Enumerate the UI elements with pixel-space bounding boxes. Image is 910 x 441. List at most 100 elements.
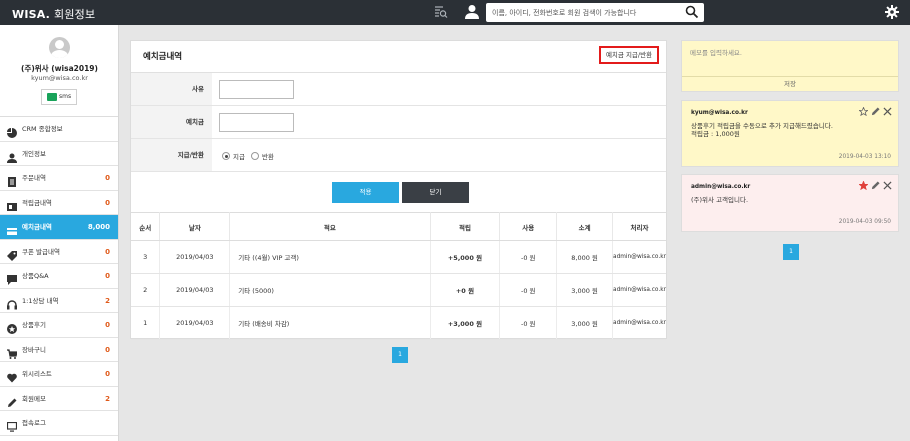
table-cell: admin@wisa.co.kr — [612, 240, 666, 274]
sidebar-item[interactable]: 개인정보 — [0, 142, 118, 166]
cart-icon — [7, 345, 18, 359]
column-header: 적요 — [229, 212, 431, 241]
table-cell: 1 — [131, 306, 161, 340]
sidebar-item-label: 쿠폰 발급내역 — [22, 247, 60, 256]
memo-author: kyum@wisa.co.kr — [691, 110, 748, 116]
deposit-charge-button[interactable]: 예치금 지급/반환 — [599, 46, 659, 64]
star-icon[interactable] — [858, 106, 869, 117]
sidebar-item[interactable]: 상품Q&A 0 — [0, 264, 118, 289]
sidebar-item[interactable]: 접속로그 — [0, 411, 118, 436]
sms-button[interactable]: sms — [41, 89, 77, 105]
sidebar-item[interactable]: 상품후기 0 — [0, 313, 118, 338]
memo-card: kyum@wisa.co.kr 상품후기 적립금을 수동으로 추가 지급해드렸습니… — [681, 100, 899, 167]
person-icon — [7, 149, 17, 163]
amount-label: 예치금 — [131, 106, 212, 138]
reason-label: 사유 — [131, 73, 212, 105]
table-header-row: 순서 날자 적요 적립 사용 소계 처리자 — [131, 212, 666, 241]
reward-icon — [7, 198, 17, 211]
avatar — [49, 37, 70, 58]
radio-give-label: 지급 — [233, 153, 245, 161]
pencil-icon — [7, 394, 17, 407]
coupon-icon — [7, 247, 17, 261]
radio-return-label: 반환 — [261, 153, 274, 161]
sidebar-item-label: 장바구니 — [22, 345, 46, 354]
memo-pagination-page-1[interactable]: 1 — [783, 244, 799, 260]
sidebar-item-label: CRM 종합정보 — [22, 125, 63, 133]
close-icon[interactable] — [883, 107, 892, 116]
sidebar-item[interactable]: 예치금내역 8,000 — [0, 215, 118, 240]
sidebar-item[interactable]: 적립금내역 0 — [0, 191, 118, 215]
pagination-page-1[interactable]: 1 — [392, 347, 408, 363]
sidebar-item-count: 0 — [105, 247, 110, 256]
table-row: 3 2019/04/03 기타 ((4월) VIP 고객) +5,000 원 -0 원8… — [131, 240, 666, 274]
memo-input[interactable] — [682, 41, 898, 76]
member-search-input[interactable] — [486, 3, 672, 22]
member-email: kyum@wisa.co.kr — [31, 74, 88, 82]
close-icon[interactable] — [883, 181, 892, 190]
sidebar-item[interactable]: 주문내역 0 — [0, 166, 118, 191]
table-cell: -0 원 — [499, 306, 558, 340]
apply-button[interactable]: 적용 — [332, 182, 399, 203]
list-search-icon[interactable] — [434, 5, 448, 21]
sidebar-item[interactable]: 쿠폰 발급내역 0 — [0, 240, 118, 264]
panel-title: 예치금내역 — [143, 52, 183, 62]
amount-input[interactable] — [219, 113, 294, 132]
sidebar-item-label: 상품후기 — [22, 321, 46, 329]
sidebar-item-label: 상품Q&A — [22, 272, 49, 280]
sidebar-item-label: 1:1상담 내역 — [22, 296, 59, 305]
table-row: 1 2019/04/03 기타 (배송비 차감) +3,000 원 -0 원 3,000 … — [131, 306, 666, 340]
memo-date: 2019-04-03 13:10 — [838, 154, 891, 160]
brand-logo[interactable]: WISA. 회원정보 — [12, 6, 95, 22]
sidebar-item-label: 회원메모 — [22, 394, 46, 403]
sidebar-item-label: 위시리스트 — [22, 370, 52, 378]
form-row-amount: 예치금 — [131, 106, 666, 139]
sidebar-item-count: 0 — [105, 174, 110, 182]
sidebar-item-count: 2 — [105, 296, 110, 305]
review-icon — [7, 320, 17, 334]
sidebar-item-count: 0 — [105, 370, 110, 378]
member-profile: (주)위사 (wisa2019) kyum@wisa.co.kr sms — [0, 25, 118, 117]
star-icon[interactable] — [858, 180, 869, 191]
sidebar-item-count: 2 — [105, 394, 110, 403]
table-row: 2 2019/04/03 기타 (5000) +0 원 -0 원 3,000 원 admin… — [131, 273, 666, 307]
memo-author: admin@wisa.co.kr — [691, 184, 751, 190]
sidebar-item-label: 적립금내역 — [22, 198, 52, 207]
column-header: 처리자 — [612, 212, 666, 241]
gear-icon[interactable] — [885, 5, 899, 21]
table-cell: 2019/04/03 — [159, 306, 231, 340]
table-cell: admin@wisa.co.kr — [612, 306, 666, 340]
radio-give[interactable] — [222, 152, 230, 160]
order-list-icon — [7, 173, 17, 187]
table-cell: -0 원 — [499, 240, 558, 274]
edit-icon[interactable] — [871, 181, 880, 190]
table-cell: +0 원 — [430, 273, 501, 307]
column-header: 날자 — [159, 212, 231, 241]
sidebar-item[interactable]: 1:1상담 내역 2 — [0, 289, 118, 313]
reason-input[interactable] — [219, 80, 294, 99]
table-cell: 2019/04/03 — [159, 273, 231, 307]
radio-return[interactable] — [250, 152, 259, 160]
sidebar-item[interactable]: 위시리스트 0 — [0, 362, 118, 387]
column-header: 소계 — [556, 212, 613, 241]
table-cell: 3,000 원 — [556, 273, 613, 307]
table-body: 3 2019/04/03 기타 ((4월) VIP 고객) +5,000 원 -0 원8… — [131, 240, 666, 340]
search-icon[interactable] — [685, 5, 699, 21]
sidebar-item[interactable]: 회원메모 2 — [0, 387, 118, 411]
sidebar-item-count: 0 — [105, 272, 110, 280]
member-icon[interactable] — [465, 4, 479, 22]
memo-text: 상품후기 적립금을 수동으로 추가 지급해드렸습니다. 적립금 : 1,000원 — [691, 122, 833, 138]
deposit-table: 순서 날자 적요 적립 사용 소계 처리자 3 2019/04/03 기타 ((4월) VIP … — [131, 212, 666, 340]
memo-actions — [858, 106, 892, 117]
sidebar-item[interactable]: 장바구니 0 — [0, 338, 118, 362]
memo-save-button[interactable]: 저장 — [682, 76, 898, 91]
close-button[interactable]: 닫기 — [402, 182, 469, 203]
column-header: 사용 — [499, 212, 558, 241]
column-header: 적립 — [430, 212, 501, 241]
sidebar-item[interactable]: CRM 종합정보 — [0, 117, 118, 142]
sidebar-item-count: 0 — [105, 321, 110, 329]
edit-icon[interactable] — [871, 107, 880, 116]
memo-date: 2019-04-03 09:50 — [838, 219, 891, 225]
sidebar-item-count: 8,000 — [87, 223, 110, 231]
table-cell: -0 원 — [499, 273, 558, 307]
table-cell: +3,000 원 — [430, 306, 501, 340]
